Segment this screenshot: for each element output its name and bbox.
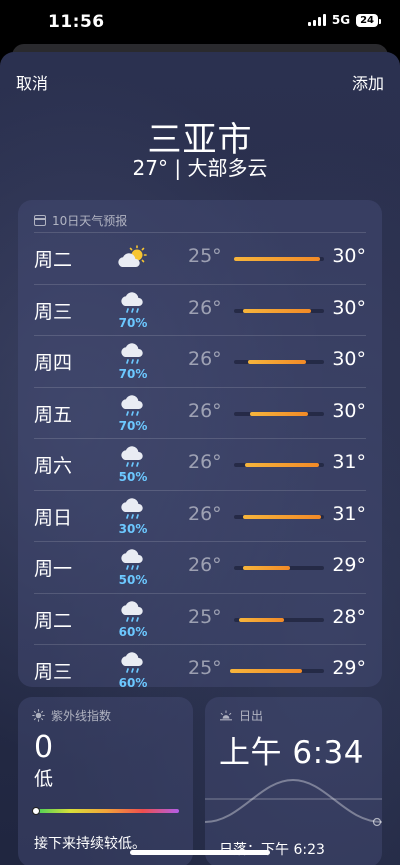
current-summary: 27° | 大部多云 xyxy=(132,156,268,180)
forecast-day: 周二 xyxy=(34,609,73,632)
forecast-title: 10日天气预报 xyxy=(52,214,128,228)
temp-range-track xyxy=(234,308,324,313)
precip-chance: 70% xyxy=(118,315,148,330)
sunrise-card[interactable]: 日出 上午 6:34 日落：下午 6:23 xyxy=(205,697,382,865)
precip-chance: 60% xyxy=(118,624,148,639)
calendar-icon xyxy=(34,215,46,226)
low-temp: 26° xyxy=(188,348,222,370)
uv-scale-bar xyxy=(34,809,179,813)
forecast-row[interactable]: 周六 50% 26° 31° xyxy=(34,438,366,489)
temp-range-bar xyxy=(243,514,322,519)
forecast-row[interactable]: 周三 60% 25° 29° xyxy=(34,644,366,695)
sun-icon xyxy=(32,709,45,722)
forecast-day: 周一 xyxy=(34,558,73,580)
uv-index-card[interactable]: 紫外线指数 0 低 接下来持续较低。 xyxy=(18,697,193,865)
temp-range-bar xyxy=(243,308,311,313)
low-temp: 26° xyxy=(188,502,222,525)
forecast-row[interactable]: 周二 60% 25° 28° xyxy=(34,592,366,644)
high-temp: 29° xyxy=(332,657,366,679)
forecast-row[interactable]: 周一 50% 26° 29° xyxy=(34,541,366,592)
uv-header: 紫外线指数 xyxy=(32,707,111,724)
forecast-day: 周三 xyxy=(34,300,73,323)
low-temp: 26° xyxy=(188,554,222,576)
status-bar: 11:56 5G 24 xyxy=(0,0,400,46)
low-temp: 25° xyxy=(188,605,222,628)
temp-range-bar xyxy=(234,257,320,261)
uv-value: 0 xyxy=(34,730,54,765)
temp-range-bar xyxy=(243,566,290,570)
forecast-row[interactable]: 周五 70% 26° 30° xyxy=(34,386,366,438)
forecast-row[interactable]: 周四 70% 26° 30° xyxy=(34,335,366,386)
cancel-button[interactable]: 取消 xyxy=(16,70,48,94)
precip-chance: 70% xyxy=(118,367,148,381)
sun-path-curve xyxy=(205,778,382,827)
forecast-header: 10日天气预报 xyxy=(34,212,127,229)
sunrise-title: 日出 xyxy=(239,709,264,723)
sunset-time: 日落：下午 6:23 xyxy=(219,842,325,858)
temp-range-track xyxy=(234,617,324,622)
precip-chance: 30% xyxy=(118,521,148,536)
temp-range-bar xyxy=(250,411,308,416)
uv-title: 紫外线指数 xyxy=(51,709,112,723)
temp-range-bar xyxy=(229,669,302,673)
low-temp: 26° xyxy=(188,296,222,319)
high-temp: 30° xyxy=(332,245,366,267)
forecast-row[interactable]: 周三 70% 26° 30° xyxy=(34,283,366,335)
temp-range-track xyxy=(229,669,324,673)
precip-chance: 70% xyxy=(118,418,148,433)
home-indicator[interactable] xyxy=(130,850,270,855)
partly-cloudy-icon xyxy=(116,245,150,285)
temp-range-bar xyxy=(247,360,306,364)
precip-chance: 50% xyxy=(118,573,148,587)
low-temp: 26° xyxy=(188,451,222,473)
temp-range-track xyxy=(234,463,324,467)
forecast-day: 周二 xyxy=(34,249,73,271)
high-temp: 30° xyxy=(332,296,366,319)
forecast-day: 周日 xyxy=(34,506,73,529)
sunrise-icon xyxy=(220,709,232,720)
status-time: 11:56 xyxy=(48,12,105,32)
temp-range-track xyxy=(234,514,324,519)
uv-level: 低 xyxy=(34,768,54,790)
weather-sheet: 取消 添加 三亚市 27° | 大部多云 10日天气预报 周二 25° 30° 周三 7… xyxy=(0,52,400,865)
sunrise-header: 日出 xyxy=(219,707,263,724)
ten-day-forecast[interactable]: 10日天气预报 周二 25° 30° 周三 70% 26° 30° 周四 70% 26° 30° 周五… xyxy=(18,200,382,690)
high-temp: 30° xyxy=(332,399,366,422)
temp-range-bar xyxy=(238,617,284,622)
add-button[interactable]: 添加 xyxy=(352,70,384,94)
battery-icon: 24 xyxy=(356,13,381,27)
low-temp: 25° xyxy=(188,245,222,267)
cellular-signal-icon xyxy=(307,14,326,26)
forecast-day: 周五 xyxy=(34,403,73,426)
high-temp: 31° xyxy=(332,451,366,473)
sunrise-time: 上午 6:34 xyxy=(219,735,364,771)
high-temp: 31° xyxy=(332,502,366,525)
precip-chance: 50% xyxy=(118,470,148,484)
high-temp: 29° xyxy=(332,554,366,576)
status-indicators: 5G 24 xyxy=(307,13,381,27)
forecast-day: 周三 xyxy=(34,661,73,683)
forecast-day: 周四 xyxy=(34,352,73,374)
temp-range-track xyxy=(234,411,324,416)
forecast-day: 周六 xyxy=(34,455,73,477)
high-temp: 28° xyxy=(332,605,366,628)
forecast-row[interactable]: 周二 25° 30° xyxy=(34,232,366,283)
precip-chance: 60% xyxy=(118,676,148,690)
uv-indicator-dot xyxy=(32,807,40,815)
network-type: 5G xyxy=(331,13,351,27)
temp-range-track xyxy=(234,257,324,261)
forecast-row[interactable]: 周日 30% 26° 31° xyxy=(34,489,366,541)
low-temp: 26° xyxy=(188,399,222,422)
temp-range-bar xyxy=(244,463,320,467)
high-temp: 30° xyxy=(332,348,366,370)
temp-range-track xyxy=(234,566,324,570)
temp-range-track xyxy=(234,360,324,364)
low-temp: 25° xyxy=(188,657,222,679)
